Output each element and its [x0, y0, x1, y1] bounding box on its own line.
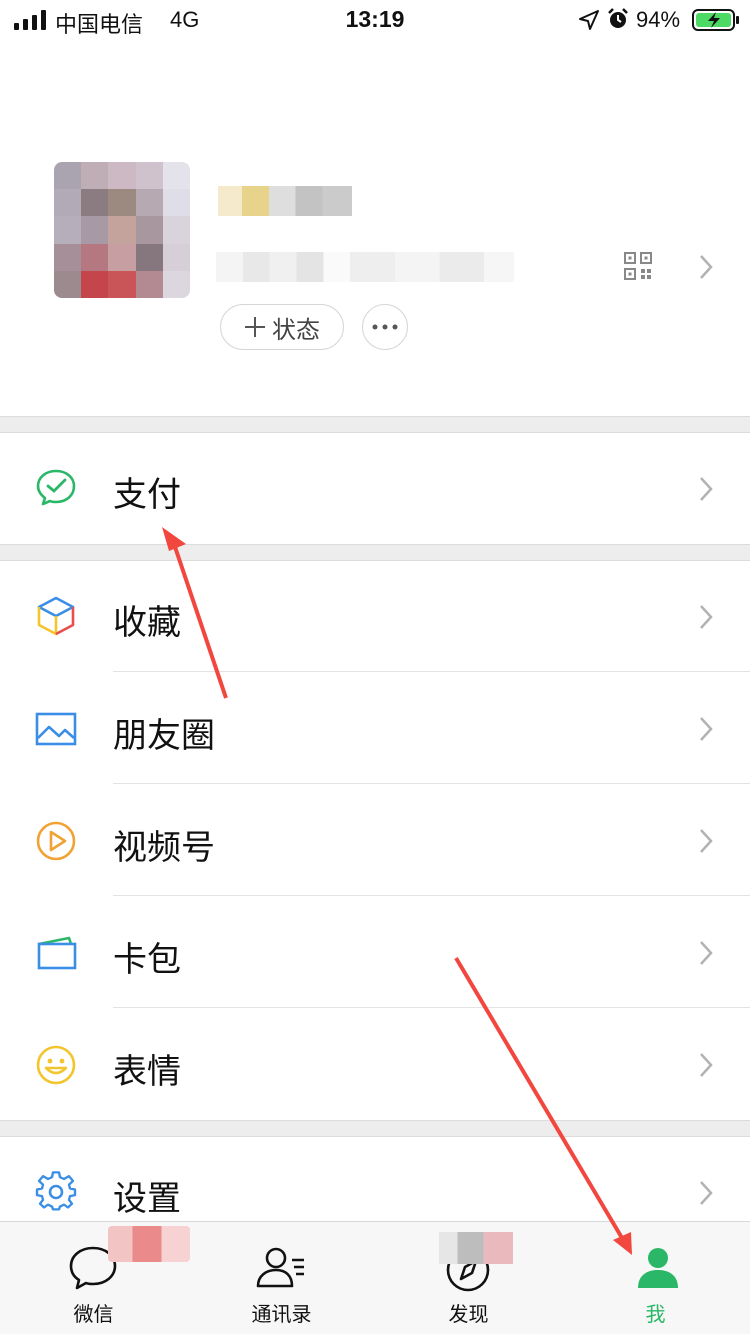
chevron-right-icon [700, 717, 713, 741]
chevron-right-icon [700, 941, 713, 965]
wechat-id [216, 252, 514, 282]
menu-label-moments: 朋友圈 [113, 717, 215, 755]
avatar[interactable] [54, 162, 190, 298]
menu-item-stickers[interactable]: 表情 [0, 1008, 750, 1120]
menu-label-stickers: 表情 [113, 1053, 181, 1091]
tab-bar: 微信 通讯录 发现 我 [0, 1221, 750, 1334]
tab-label-contacts: 通讯录 [251, 1304, 312, 1326]
play-circle-icon [36, 821, 76, 861]
battery-percent: 94% [636, 7, 681, 32]
tab-contacts[interactable]: 通讯录 [188, 1222, 375, 1335]
chevron-right-icon [700, 477, 713, 501]
status-button[interactable]: 状态 [220, 304, 344, 350]
menu-item-cards[interactable]: 卡包 [0, 896, 750, 1008]
alarm-icon [608, 8, 628, 28]
menu-item-moments[interactable]: 朋友圈 [0, 672, 750, 784]
menu-label-cards: 卡包 [113, 941, 181, 979]
gear-icon [35, 1171, 77, 1211]
cube-icon [37, 596, 75, 636]
qr-code-icon[interactable] [624, 252, 652, 280]
menu-item-channels[interactable]: 视频号 [0, 784, 750, 896]
tab-chats[interactable]: 微信 [0, 1222, 190, 1335]
more-icon [372, 324, 398, 330]
section-gap [0, 1120, 750, 1137]
tab-discover[interactable]: 发现 [375, 1222, 562, 1335]
menu-item-pay[interactable]: 支付 [0, 433, 750, 544]
menu-label-settings: 设置 [113, 1180, 181, 1218]
chevron-right-icon [700, 605, 713, 629]
section-gap [0, 416, 750, 433]
battery-charging-icon [692, 9, 739, 31]
tab-label-discover: 发现 [448, 1304, 489, 1326]
status-button-label: 状态 [272, 316, 320, 344]
more-button[interactable] [362, 304, 408, 350]
tab-me[interactable]: 我 [562, 1222, 749, 1335]
tab-label-chats: 微信 [73, 1304, 114, 1326]
menu-item-favorites[interactable]: 收藏 [0, 561, 750, 672]
tab-label-me: 我 [645, 1304, 666, 1326]
nickname [218, 186, 352, 216]
menu-label-pay: 支付 [113, 476, 181, 514]
location-icon [579, 10, 599, 30]
menu-item-settings[interactable]: 设置 [0, 1137, 750, 1221]
profile-header[interactable]: 状态 [0, 40, 750, 416]
menu-label-channels: 视频号 [113, 829, 215, 867]
chevron-right-icon [700, 829, 713, 853]
chevron-right-icon[interactable] [698, 253, 714, 281]
unread-badge [108, 1226, 190, 1262]
plus-icon [245, 317, 265, 337]
discover-badge [439, 1232, 513, 1264]
person-icon [638, 1248, 678, 1288]
wechat-pay-icon [36, 469, 76, 506]
status-bar: 中国电信 4G 13:19 94% [0, 0, 750, 40]
menu-label-favorites: 收藏 [113, 604, 181, 642]
section-gap [0, 544, 750, 561]
smile-icon [36, 1045, 76, 1085]
contacts-icon [256, 1247, 304, 1288]
chevron-right-icon [700, 1181, 713, 1205]
image-icon [35, 712, 77, 746]
chevron-right-icon [700, 1053, 713, 1077]
wallet-icon [37, 936, 77, 970]
